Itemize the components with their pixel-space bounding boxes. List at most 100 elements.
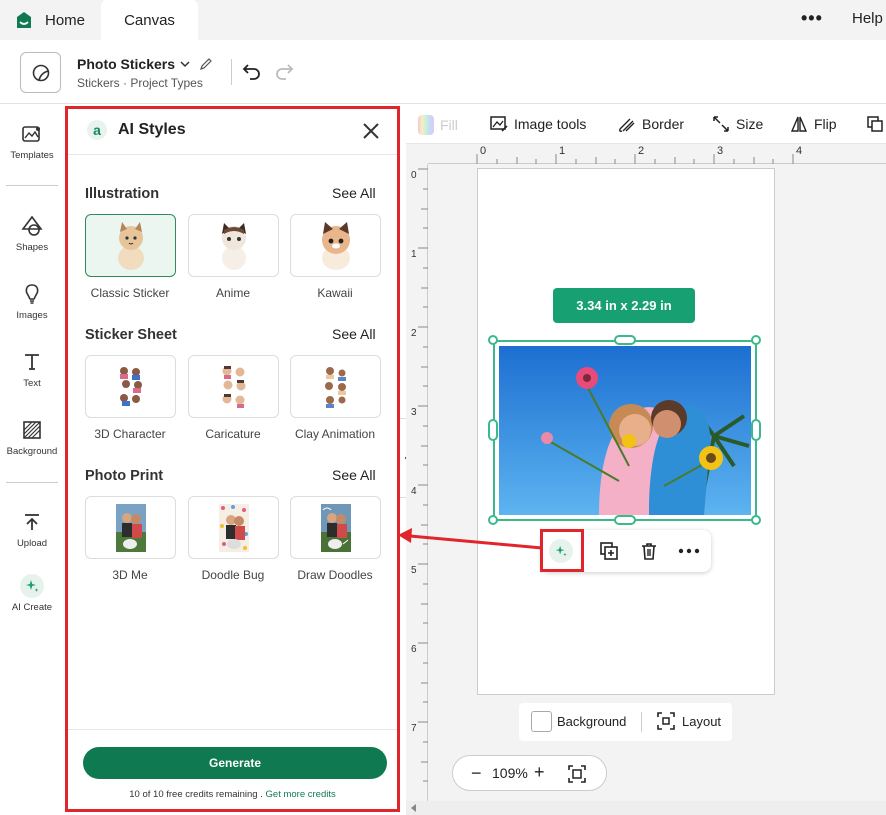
header-divider <box>231 59 232 85</box>
rail-ai-create[interactable]: AI Create <box>0 574 64 613</box>
rail-text-label: Text <box>23 378 41 389</box>
annotation-arrow <box>398 528 543 550</box>
undo-icon[interactable] <box>242 62 262 80</box>
resize-handle-bottom-left[interactable] <box>488 515 498 525</box>
ai-styles-panel: a AI Styles Illustration See All Classic… <box>65 106 400 812</box>
redo-icon[interactable] <box>274 62 294 80</box>
fill-button[interactable]: Fill <box>418 115 458 135</box>
close-icon[interactable] <box>360 120 382 142</box>
rail-images-label: Images <box>16 310 48 321</box>
duplicate-icon <box>867 116 883 132</box>
selection-frame[interactable] <box>493 340 757 521</box>
image-tools-label: Image tools <box>514 116 587 132</box>
tab-canvas[interactable]: Canvas <box>101 0 198 40</box>
resize-handle-left[interactable] <box>488 419 498 441</box>
panel-header: a AI Styles <box>68 109 397 155</box>
see-all-sticker-sheet[interactable]: See All <box>332 326 376 342</box>
border-button[interactable]: Border <box>618 115 684 133</box>
ruler-label: 1 <box>411 249 417 260</box>
style-card-doodle-bug[interactable] <box>188 496 279 559</box>
style-label: Classic Sticker <box>90 286 170 300</box>
style-card-anime[interactable] <box>188 214 279 277</box>
scroll-left-arrow-icon[interactable] <box>410 804 418 812</box>
more-menu-icon[interactable]: ••• <box>801 8 823 29</box>
section-title-sticker-sheet: Sticker Sheet <box>85 327 177 343</box>
cat-anime-thumbnail <box>221 222 246 270</box>
chevron-down-icon[interactable] <box>179 58 191 70</box>
generate-button[interactable]: Generate <box>83 747 387 779</box>
style-card-3d-character[interactable] <box>85 355 176 418</box>
see-all-illustration[interactable]: See All <box>332 185 376 201</box>
templates-icon <box>22 126 40 142</box>
style-card-kawaii[interactable] <box>290 214 381 277</box>
left-tool-rail: Templates Shapes Images Text Background … <box>0 105 64 815</box>
style-card-caricature[interactable] <box>188 355 279 418</box>
project-header: Photo Stickers Stickers · Project Types <box>0 40 886 104</box>
ruler-label: 2 <box>411 328 417 339</box>
images-icon <box>25 284 39 304</box>
rail-background-label: Background <box>6 446 58 457</box>
zoom-level[interactable]: 109% <box>492 765 528 781</box>
pencil-edit-icon[interactable] <box>199 57 213 71</box>
rail-background[interactable]: Background <box>0 419 64 457</box>
duplicate-toolbar-button[interactable] <box>866 115 884 133</box>
rail-images[interactable]: Images <box>0 283 64 321</box>
image-tools-icon <box>490 116 508 132</box>
shapes-icon <box>21 215 43 236</box>
zoom-in-button[interactable]: + <box>534 762 545 783</box>
home-logo-icon <box>17 12 31 28</box>
ruler-label: 1 <box>559 145 566 157</box>
size-label: Size <box>736 116 764 132</box>
project-type-button[interactable] <box>20 52 61 93</box>
project-title-text: Photo Stickers <box>77 56 176 72</box>
ruler-label: 4 <box>796 145 803 157</box>
resize-handle-top-left[interactable] <box>488 335 498 345</box>
tab-home[interactable]: Home <box>15 0 85 40</box>
fit-to-screen-icon[interactable] <box>567 764 587 784</box>
see-all-photo-print[interactable]: See All <box>332 467 376 483</box>
horizontal-scrollbar[interactable] <box>406 801 886 815</box>
zoom-out-button[interactable]: − <box>471 763 482 784</box>
style-card-classic-sticker[interactable] <box>85 214 176 277</box>
resize-handle-top[interactable] <box>614 335 636 345</box>
style-card-3d-me[interactable] <box>85 496 176 559</box>
resize-handle-top-right[interactable] <box>751 335 761 345</box>
style-card-draw-doodles[interactable] <box>290 496 381 559</box>
ai-create-icon <box>20 574 44 598</box>
flip-label: Flip <box>814 116 837 132</box>
edit-toolbar: Fill Image tools Border Size Flip <box>406 104 886 144</box>
project-title[interactable]: Photo Stickers <box>77 56 213 72</box>
delete-context-button[interactable] <box>637 539 661 563</box>
more-options-context-button[interactable] <box>677 539 701 563</box>
background-button[interactable]: Background <box>531 711 626 732</box>
rail-text[interactable]: Text <box>0 351 64 389</box>
help-link[interactable]: Help <box>852 10 883 27</box>
rail-shapes[interactable]: Shapes <box>0 215 64 253</box>
resize-handle-bottom[interactable] <box>614 515 636 525</box>
rail-upload-label: Upload <box>16 538 48 549</box>
rail-shapes-label: Shapes <box>15 242 49 253</box>
size-button[interactable]: Size <box>712 115 763 133</box>
resize-handle-bottom-right[interactable] <box>751 515 761 525</box>
image-tools-button[interactable]: Image tools <box>490 115 586 133</box>
fill-icon <box>418 115 434 135</box>
rail-templates[interactable]: Templates <box>0 123 64 161</box>
flip-button[interactable]: Flip <box>790 115 837 133</box>
resize-handle-right[interactable] <box>751 419 761 441</box>
border-label: Border <box>642 116 685 132</box>
style-label: Draw Doodles <box>297 568 373 582</box>
get-more-credits-link[interactable]: Get more credits <box>266 789 336 800</box>
highlight-box <box>540 529 584 572</box>
ruler-label: 0 <box>411 170 417 181</box>
layout-button[interactable]: Layout <box>656 711 721 731</box>
rail-upload[interactable]: Upload <box>0 511 64 549</box>
ruler-ticks <box>418 168 428 782</box>
sticker-icon <box>32 64 49 81</box>
photo-print-thumbnail <box>218 503 249 552</box>
photo-print-thumbnail <box>115 503 146 552</box>
page-options-bar: Background Layout <box>519 703 732 741</box>
sticker-sheet-thumbnail <box>222 365 245 408</box>
style-card-clay-animation[interactable] <box>290 355 381 418</box>
ruler-horizontal: 0 1 2 3 4 <box>428 144 886 164</box>
duplicate-context-button[interactable] <box>597 539 621 563</box>
